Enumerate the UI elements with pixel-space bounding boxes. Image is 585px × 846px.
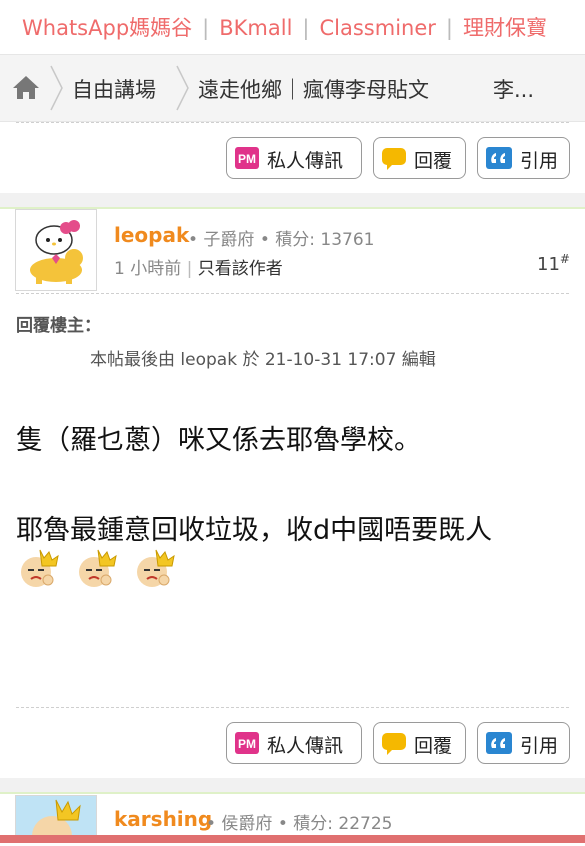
- reply-to-op: 回覆樓主：: [16, 316, 101, 336]
- quote-button-label: 引用: [520, 735, 559, 757]
- divider: [16, 122, 569, 123]
- post-top-border: [0, 792, 585, 794]
- post-author[interactable]: leopak: [114, 223, 189, 247]
- top-link-whatsapp[interactable]: WhatsApp媽媽谷: [22, 16, 192, 40]
- breadcrumb-item-thread[interactable]: 遠走他鄉｜瘋傳李母貼文: [198, 74, 429, 104]
- svg-text:PM: PM: [238, 152, 256, 166]
- breadcrumb-item-forum[interactable]: 自由講場: [72, 74, 156, 104]
- pm-button[interactable]: PM 私人傳訊: [226, 137, 362, 179]
- edit-note: 本帖最後由 leopak 於 21-10-31 17:07 編輯: [90, 350, 436, 370]
- quote-button[interactable]: 引用: [477, 722, 570, 764]
- author-meta: • 子爵府 • 積分: 13761: [188, 230, 375, 250]
- post-actions-top: PM 私人傳訊 回覆 引用: [0, 137, 585, 181]
- author-meta: • 侯爵府 • 積分: 22725: [206, 814, 393, 834]
- post-author[interactable]: karshing: [114, 807, 212, 831]
- divider: [16, 293, 569, 294]
- post-separator: [0, 193, 585, 207]
- pm-icon: PM: [235, 732, 259, 754]
- reply-button-label: 回覆: [414, 735, 453, 757]
- chevron-right-icon: [50, 65, 63, 111]
- reply-icon: [382, 733, 406, 755]
- reply-button-label: 回覆: [414, 150, 453, 172]
- breadcrumb-item-more[interactable]: 李...: [493, 74, 534, 104]
- post-actions-bottom: PM 私人傳訊 回覆 引用: [0, 722, 585, 766]
- reply-icon: [382, 148, 406, 170]
- post-time: 1 小時前 | 只看該作者: [114, 254, 283, 279]
- emoji-sticker-icon: [137, 549, 175, 587]
- avatar[interactable]: [15, 209, 97, 291]
- post-time-text: 1 小時前: [114, 259, 182, 279]
- svg-text:PM: PM: [238, 737, 256, 751]
- pm-icon: PM: [235, 147, 259, 169]
- reply-button[interactable]: 回覆: [373, 137, 466, 179]
- separator: |: [181, 259, 198, 279]
- divider: [16, 707, 569, 708]
- emoji-sticker-icon: [21, 549, 59, 587]
- top-nav: WhatsApp媽媽谷 | BKmall | Classminer | 理財保寶: [0, 0, 585, 54]
- separator: |: [302, 16, 310, 40]
- separator: |: [445, 16, 453, 40]
- quote-icon: [486, 147, 512, 169]
- post-body-line-1: 隻（羅乜蔥）咪又係去耶魯學校。: [16, 425, 421, 456]
- pm-button-label: 私人傳訊: [267, 150, 344, 172]
- breadcrumb: 自由講場 遠走他鄉｜瘋傳李母貼文 李...: [0, 54, 585, 122]
- avatar-image: [30, 220, 83, 284]
- chevron-right-icon: [176, 65, 189, 111]
- quote-button-label: 引用: [520, 150, 559, 172]
- separator: |: [202, 16, 210, 40]
- reply-button[interactable]: 回覆: [373, 722, 466, 764]
- top-nav-links: WhatsApp媽媽谷 | BKmall | Classminer | 理財保寶: [22, 12, 547, 42]
- pm-button[interactable]: PM 私人傳訊: [226, 722, 362, 764]
- top-link-classminer[interactable]: Classminer: [319, 16, 435, 40]
- post-body-line-2: 耶魯最鍾意回收垃圾，收d中國唔要既人: [16, 515, 493, 546]
- only-author-link[interactable]: 只看該作者: [198, 259, 283, 279]
- home-icon[interactable]: [10, 73, 42, 101]
- floor-hash: #: [559, 252, 570, 266]
- top-link-finance[interactable]: 理財保寶: [463, 16, 547, 40]
- pm-button-label: 私人傳訊: [267, 735, 344, 757]
- floor-number-text: 11: [537, 254, 560, 275]
- post-separator: [0, 778, 585, 792]
- emoji-sticker-icon: [79, 549, 117, 587]
- quote-button[interactable]: 引用: [477, 137, 570, 179]
- top-link-bkmall[interactable]: BKmall: [219, 16, 292, 40]
- quote-icon: [486, 732, 512, 754]
- bottom-bar: [0, 835, 585, 843]
- floor-number: 11#: [537, 252, 570, 275]
